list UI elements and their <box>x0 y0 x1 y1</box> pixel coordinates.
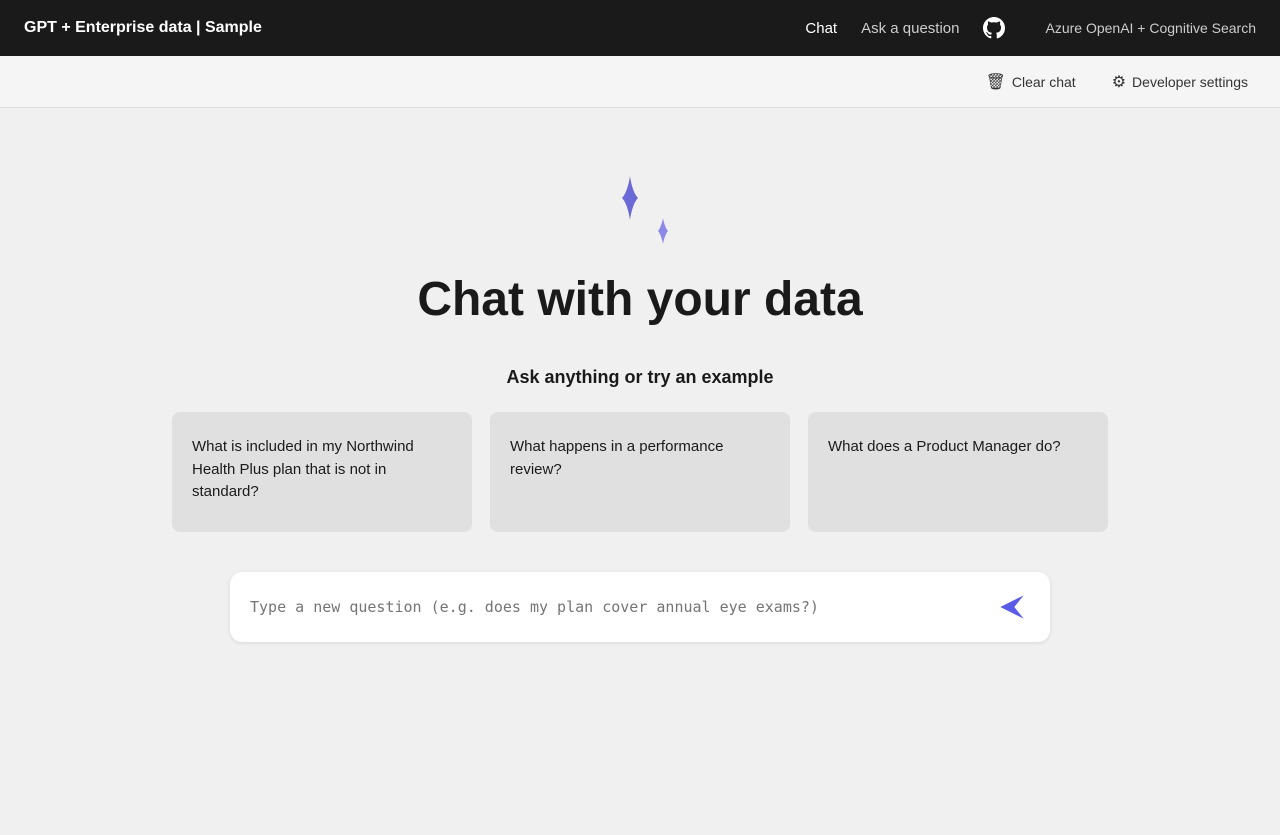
send-icon <box>998 593 1026 621</box>
developer-settings-button[interactable]: ⚙ Developer settings <box>1104 66 1256 98</box>
trash-icon: 🗑 <box>986 72 1006 92</box>
clear-chat-button[interactable]: 🗑 Clear chat <box>978 66 1084 98</box>
nav-ask-link[interactable]: Ask a question <box>861 20 959 37</box>
chat-input-container <box>230 572 1050 642</box>
navbar: GPT + Enterprise data | Sample Chat Ask … <box>0 0 1280 56</box>
chat-input[interactable] <box>250 596 994 619</box>
sparkle-icon <box>600 168 680 248</box>
example-cards: What is included in my Northwind Health … <box>172 412 1108 532</box>
main-content: Chat with your data Ask anything or try … <box>0 108 1280 835</box>
settings-icon: ⚙ <box>1112 72 1126 92</box>
example-card-0[interactable]: What is included in my Northwind Health … <box>172 412 472 532</box>
nav-chat-link[interactable]: Chat <box>805 20 837 37</box>
example-card-1[interactable]: What happens in a performance review? <box>490 412 790 532</box>
example-card-2[interactable]: What does a Product Manager do? <box>808 412 1108 532</box>
toolbar: 🗑 Clear chat ⚙ Developer settings <box>0 56 1280 108</box>
azure-label: Azure OpenAI + Cognitive Search <box>1045 20 1256 36</box>
page-subtitle: Ask anything or try an example <box>506 367 773 388</box>
page-title: Chat with your data <box>417 272 862 327</box>
github-icon[interactable] <box>983 17 1005 39</box>
nav-links: Chat Ask a question <box>805 17 1005 39</box>
clear-chat-label: Clear chat <box>1012 74 1076 90</box>
sparkle-small-icon <box>650 218 676 244</box>
send-button[interactable] <box>994 589 1030 625</box>
sparkle-large-icon <box>608 176 652 220</box>
developer-settings-label: Developer settings <box>1132 74 1248 90</box>
brand-title: GPT + Enterprise data | Sample <box>24 19 262 37</box>
